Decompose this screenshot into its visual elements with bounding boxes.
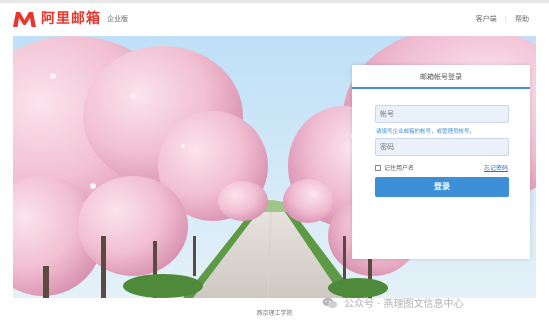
password-input[interactable]: 密码 [375, 138, 509, 156]
remember-checkbox[interactable] [375, 164, 381, 171]
link-divider: | [504, 15, 507, 23]
help-link[interactable]: 帮助 [515, 14, 529, 24]
login-card: 邮箱帐号登录 帐号 请填写企业邮箱的帐号，或管理员帐号。 密码 记住用户名 忘记… [352, 65, 530, 259]
forgot-password-link[interactable]: 忘记密码 [484, 163, 508, 172]
header-links: 客户端 | 帮助 [476, 14, 529, 24]
remember-label: 记住用户名 [384, 165, 415, 172]
client-link[interactable]: 客户端 [476, 14, 497, 24]
remember-username[interactable]: 记住用户名 [375, 163, 414, 172]
logo-edition: 企业版 [107, 15, 128, 23]
logo-name: 阿里邮箱 [41, 11, 101, 27]
account-input[interactable]: 帐号 [375, 105, 509, 123]
wechat-icon [322, 297, 338, 308]
page-header: 阿里邮箱 企业版 客户端 | 帮助 [0, 3, 549, 35]
login-button[interactable]: 登录 [375, 177, 509, 197]
brand-logo[interactable]: 阿里邮箱 企业版 [12, 9, 128, 29]
m-logo-icon [13, 12, 36, 27]
account-hint: 请填写企业邮箱的帐号，或管理员帐号。 [376, 129, 476, 135]
login-title: 邮箱帐号登录 [352, 65, 530, 89]
banner-image: 邮箱帐号登录 帐号 请填写企业邮箱的帐号，或管理员帐号。 密码 记住用户名 忘记… [13, 36, 536, 298]
footer-organization: 燕京理工学院 [256, 310, 293, 317]
